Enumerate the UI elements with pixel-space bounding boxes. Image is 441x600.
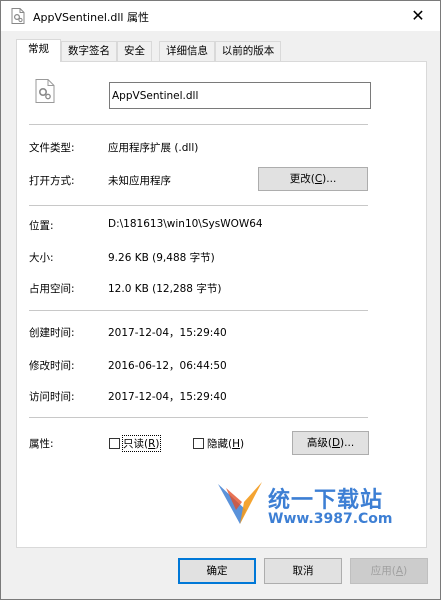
location-value: D:\181613\win10\SysWOW64 xyxy=(108,218,263,230)
modified-value: 2016-06-12，06:44:50 xyxy=(108,360,227,372)
tab-previous-versions[interactable]: 以前的版本 xyxy=(215,41,281,61)
dll-file-icon xyxy=(11,8,25,24)
hidden-text: 隐藏( xyxy=(207,438,233,450)
tab-details[interactable]: 详细信息 xyxy=(159,41,215,61)
hidden-checkbox[interactable] xyxy=(193,438,204,449)
title-bar[interactable]: AppVSentinel.dll 属性 ✕ xyxy=(1,1,440,31)
size-on-disk-value: 12.0 KB (12,288 字节) xyxy=(108,283,222,295)
size-label: 大小: xyxy=(29,252,54,264)
size-value: 9.26 KB (9,488 字节) xyxy=(108,252,215,264)
watermark-logo-icon xyxy=(218,482,262,524)
size-on-disk-label: 占用空间: xyxy=(29,283,75,295)
readonly-text: 只读( xyxy=(123,438,149,450)
change-button-text: 更改( xyxy=(289,173,315,185)
watermark: 统一下载站 Www.3987.Com xyxy=(216,476,416,536)
open-with-value: 未知应用程序 xyxy=(108,175,171,187)
advanced-button-suffix: )... xyxy=(340,437,355,449)
tab-label: 以前的版本 xyxy=(221,45,275,57)
advanced-button-mnemonic: D xyxy=(331,437,341,449)
tab-label: 安全 xyxy=(124,45,145,57)
file-type-label: 文件类型: xyxy=(29,142,75,154)
separator xyxy=(29,417,368,418)
tab-label: 常规 xyxy=(28,43,49,55)
ok-button-text: 确定 xyxy=(206,565,228,577)
separator xyxy=(29,205,368,206)
readonly-checkbox[interactable] xyxy=(109,438,120,449)
hidden-suffix: ) xyxy=(240,438,245,450)
readonly-label[interactable]: 只读(R) xyxy=(122,435,161,452)
modified-label: 修改时间: xyxy=(29,360,75,372)
general-panel: 文件类型: 应用程序扩展 (.dll) 打开方式: 未知应用程序 更改(C)..… xyxy=(16,61,427,548)
accessed-label: 访问时间: xyxy=(29,391,75,403)
window-title: AppVSentinel.dll 属性 xyxy=(33,11,149,24)
close-icon: ✕ xyxy=(411,6,425,25)
tab-security[interactable]: 安全 xyxy=(117,41,152,61)
separator xyxy=(29,124,368,125)
dll-file-icon xyxy=(35,79,55,103)
tab-strip: 常规 数字签名 安全 详细信息 以前的版本 xyxy=(16,39,436,62)
cancel-button-text: 取消 xyxy=(292,565,314,577)
close-button[interactable]: ✕ xyxy=(396,1,440,31)
open-with-label: 打开方式: xyxy=(29,175,75,187)
ok-button[interactable]: 确定 xyxy=(178,558,256,584)
hidden-mnemonic: H xyxy=(232,438,241,450)
tab-digital-signatures[interactable]: 数字签名 xyxy=(61,41,117,61)
apply-button-suffix: ) xyxy=(403,565,408,577)
attributes-label: 属性: xyxy=(29,438,54,450)
file-type-value: 应用程序扩展 (.dll) xyxy=(108,142,199,154)
file-name-field[interactable] xyxy=(109,82,371,109)
tab-general[interactable]: 常规 xyxy=(16,39,61,62)
watermark-url: Www.3987.Com xyxy=(268,511,393,527)
created-label: 创建时间: xyxy=(29,327,75,339)
readonly-suffix: ) xyxy=(155,438,160,450)
cancel-button[interactable]: 取消 xyxy=(264,558,342,584)
apply-button[interactable]: 应用(A) xyxy=(350,558,428,584)
location-label: 位置: xyxy=(29,220,54,232)
change-button-suffix: )... xyxy=(322,173,337,185)
change-button[interactable]: 更改(C)... xyxy=(258,167,368,191)
properties-window: AppVSentinel.dll 属性 ✕ 常规 数字签名 安全 详细信息 以前… xyxy=(0,0,441,600)
tab-label: 数字签名 xyxy=(68,45,110,57)
apply-button-text: 应用( xyxy=(370,565,396,577)
created-value: 2017-12-04，15:29:40 xyxy=(108,327,227,339)
hidden-label[interactable]: 隐藏(H) xyxy=(207,436,244,451)
accessed-value: 2017-12-04，15:29:40 xyxy=(108,391,227,403)
advanced-button[interactable]: 高级(D)... xyxy=(292,431,369,455)
tab-label: 详细信息 xyxy=(166,45,208,57)
watermark-brand: 统一下载站 xyxy=(268,488,384,513)
advanced-button-text: 高级( xyxy=(306,437,332,449)
separator xyxy=(29,310,368,311)
